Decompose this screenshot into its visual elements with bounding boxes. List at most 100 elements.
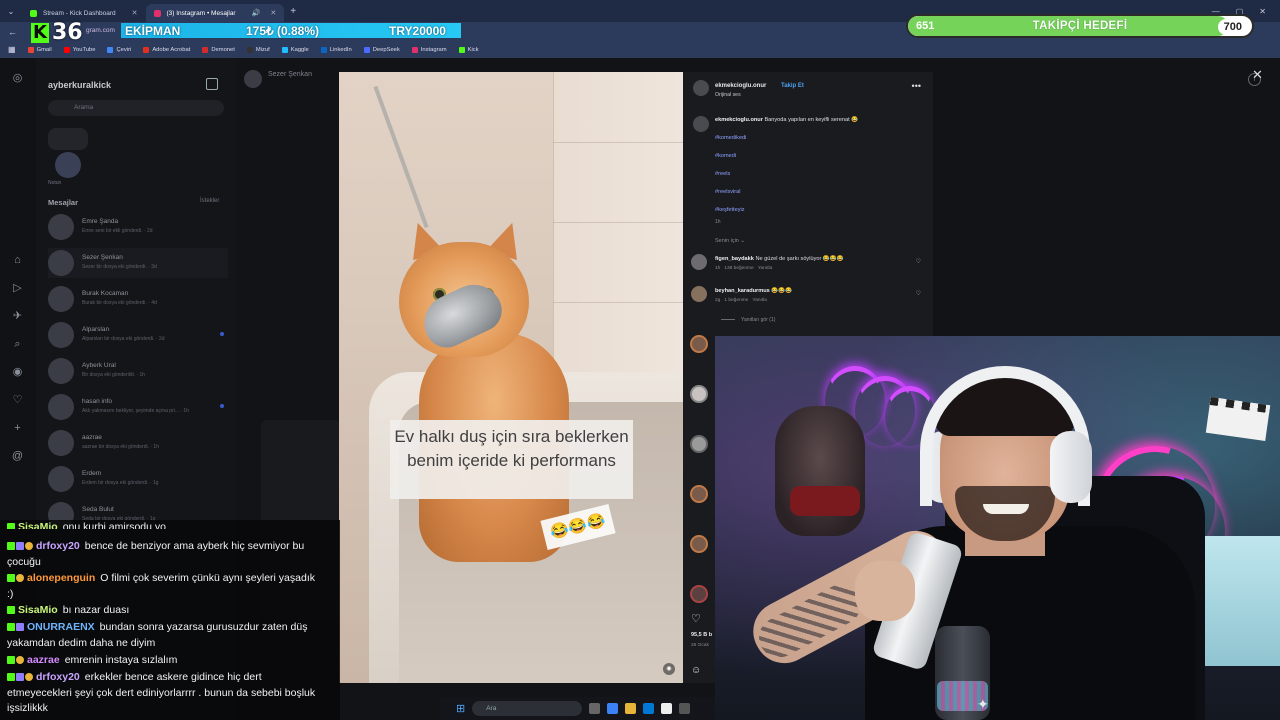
audio-label[interactable]: Orijinal ses xyxy=(715,92,741,98)
conversation-item[interactable]: hasan info Aklı yakmasını bekliyor, şeyim… xyxy=(48,392,228,422)
chat-header-name[interactable]: Sezer Şenkan xyxy=(268,71,312,78)
new-tab-icon[interactable]: + xyxy=(290,6,296,17)
edge-icon[interactable] xyxy=(607,703,619,714)
notifications-heart-icon[interactable]: ♡ xyxy=(11,394,24,407)
conversation-item[interactable]: Emre Şanda Emre seni bir ekli gönderdi. ·… xyxy=(48,212,228,242)
bookmark-label: Adobe Acrobat xyxy=(152,46,191,53)
requests-link[interactable]: İstekler xyxy=(200,198,219,204)
conversation-name: Ayberk Ural xyxy=(82,362,116,369)
close-modal-icon[interactable]: ✕ xyxy=(1252,67,1263,83)
author-username[interactable]: ekmekcioglu.onur xyxy=(715,83,766,89)
comment-username[interactable]: beyhan_karadurmus xyxy=(715,288,770,294)
close-tab-icon[interactable]: ✕ xyxy=(270,9,276,17)
reel-video[interactable]: Ev halkı duş için sıra beklerken benim i… xyxy=(339,72,683,683)
taskbar-search-input[interactable]: Ara xyxy=(472,701,583,716)
conversation-preview: Bir dosya eki gönderildi. · 1h xyxy=(82,372,146,378)
follow-button[interactable]: Takip Et xyxy=(781,83,804,89)
reply-button[interactable]: Yanıtla xyxy=(758,266,773,271)
app-icon[interactable] xyxy=(679,703,691,714)
apps-grid-icon[interactable]: ▦ xyxy=(8,45,16,54)
for-you-dropdown[interactable]: Senin için ⌄ xyxy=(715,238,745,244)
chat-username: alonepenguin xyxy=(27,572,96,584)
more-options-icon[interactable]: ••• xyxy=(912,81,921,91)
mute-icon[interactable]: ◉ xyxy=(663,663,675,675)
tab-instagram[interactable]: (3) Instagram • Mesajlar 🔊 ✕ xyxy=(145,4,285,22)
threads-icon[interactable]: @ xyxy=(11,450,24,463)
close-tab-icon[interactable]: ✕ xyxy=(132,9,138,17)
reels-icon[interactable]: ▷ xyxy=(11,282,24,295)
chrome-icon[interactable] xyxy=(661,703,673,714)
bookmark-instagram[interactable]: Instagram xyxy=(411,46,447,53)
tab-list-icon[interactable]: ⌄ xyxy=(0,7,22,16)
bookmark-youtube[interactable]: YouTube xyxy=(63,46,95,53)
bookmark-label: Kaggle xyxy=(290,46,309,53)
comment-username[interactable]: figen_baydakk xyxy=(715,256,754,262)
hashtag-link[interactable]: #reels xyxy=(715,171,730,177)
bookmark-linkedin[interactable]: LinkedIn xyxy=(320,46,352,53)
windows-start-icon[interactable]: ⊞ xyxy=(456,702,465,715)
conversation-item[interactable]: Ayberk Ural Bir dosya eki gönderildi. · 1… xyxy=(48,356,228,386)
search-icon[interactable]: ⌕ xyxy=(11,338,24,351)
translate-icon xyxy=(107,46,114,53)
instagram-favicon-icon xyxy=(153,9,161,17)
hashtag-link[interactable]: #keşfetteyiz xyxy=(715,207,745,213)
chat-message: ONURRAENX bundan sonra yazarsa gurusuzdur… xyxy=(7,620,317,651)
comment-likes[interactable]: 1 beğenme xyxy=(724,298,748,303)
compose-icon[interactable] xyxy=(206,78,218,90)
conversation-item[interactable]: Burak Kocaman Burak bir dosya eki gönderd… xyxy=(48,284,228,314)
hashtag-link[interactable]: #komedi xyxy=(715,153,736,159)
bookmark-deepseek[interactable]: DeepSeek xyxy=(363,46,400,53)
bookmark-acrobat[interactable]: Adobe Acrobat xyxy=(143,46,191,53)
chat-header-avatar[interactable] xyxy=(244,70,262,88)
avatar[interactable] xyxy=(690,535,708,553)
note-label: Notun xyxy=(48,180,62,186)
create-plus-icon[interactable]: + xyxy=(11,422,24,435)
inbox-search-input[interactable]: Arama xyxy=(48,100,224,116)
task-view-icon[interactable] xyxy=(589,703,601,714)
follower-goal-bar: 651 TAKİPÇİ HEDEFİ 700 xyxy=(906,14,1254,38)
avatar[interactable] xyxy=(690,435,708,453)
avatar[interactable] xyxy=(690,385,708,403)
note-card[interactable] xyxy=(48,128,88,178)
chat-username: drfoxy20 xyxy=(36,671,80,683)
avatar[interactable] xyxy=(690,335,708,353)
hashtag-link[interactable]: #reelsviral xyxy=(715,189,741,195)
stream-chat-overlay: SisaMio onu kurbi amirsodu yo drfoxy20 ben… xyxy=(0,520,340,720)
like-comment-icon[interactable]: ♡ xyxy=(916,290,921,297)
caption-username[interactable]: ekmekcioglu.onur xyxy=(715,117,763,123)
conversation-item[interactable]: Erdem Erdem bir dosya eki gönderdi. · 1g xyxy=(48,464,228,494)
chat-message: SisaMio bı nazar duası xyxy=(7,603,317,619)
avatar[interactable] xyxy=(690,585,708,603)
home-icon[interactable]: ⌂ xyxy=(11,254,24,267)
bookmark-gmail[interactable]: Gmail xyxy=(27,46,52,53)
like-comment-icon[interactable]: ♡ xyxy=(916,258,921,265)
hashtag-link[interactable]: #komedikedi xyxy=(715,135,746,141)
chat-message: SisaMio onu kurbi amirsodu yo xyxy=(7,520,317,529)
messages-icon[interactable]: ✈ xyxy=(11,310,24,323)
view-replies-link[interactable]: Yanıtları gör (1) xyxy=(721,317,775,323)
subscriber-badge-icon xyxy=(16,623,24,631)
bookmark-kaggle[interactable]: Kaggle xyxy=(281,46,309,53)
reply-button[interactable]: Yanıtla xyxy=(752,298,767,303)
file-explorer-icon[interactable] xyxy=(625,703,637,714)
comment-likes[interactable]: 138 beğenme xyxy=(724,266,753,271)
explore-icon[interactable]: ◉ xyxy=(11,366,24,379)
bookmark-translate[interactable]: Çeviri xyxy=(107,46,131,53)
chat-username: aazrae xyxy=(27,654,60,666)
conversation-item[interactable]: Alparslan Alparslan bir dosya eki gönderd… xyxy=(48,320,228,350)
bookmark-mizuf[interactable]: Mizuf xyxy=(246,46,270,53)
store-icon[interactable] xyxy=(643,703,655,714)
avatar[interactable] xyxy=(690,485,708,503)
url-fragment[interactable]: gram.com xyxy=(86,27,115,34)
speaker-icon[interactable]: 🔊 xyxy=(252,9,261,17)
caption-time: 1h xyxy=(715,219,721,225)
avatar xyxy=(48,214,74,240)
bookmark-kick[interactable]: Kick xyxy=(458,46,479,53)
bookmark-demonet[interactable]: Demonet xyxy=(202,46,235,53)
conversation-item-selected[interactable]: Sezer Şenkan Sezer bir dosya eki gönderdi… xyxy=(48,248,228,278)
instagram-logo-icon[interactable]: ◎ xyxy=(11,72,24,85)
inbox-username[interactable]: ayberkuralkick xyxy=(48,80,111,90)
back-icon[interactable]: ← xyxy=(8,27,17,37)
close-window-icon[interactable]: ✕ xyxy=(1259,7,1266,16)
conversation-item[interactable]: aazrae aazrae bir dosya eki gönderdi. · 1… xyxy=(48,428,228,458)
